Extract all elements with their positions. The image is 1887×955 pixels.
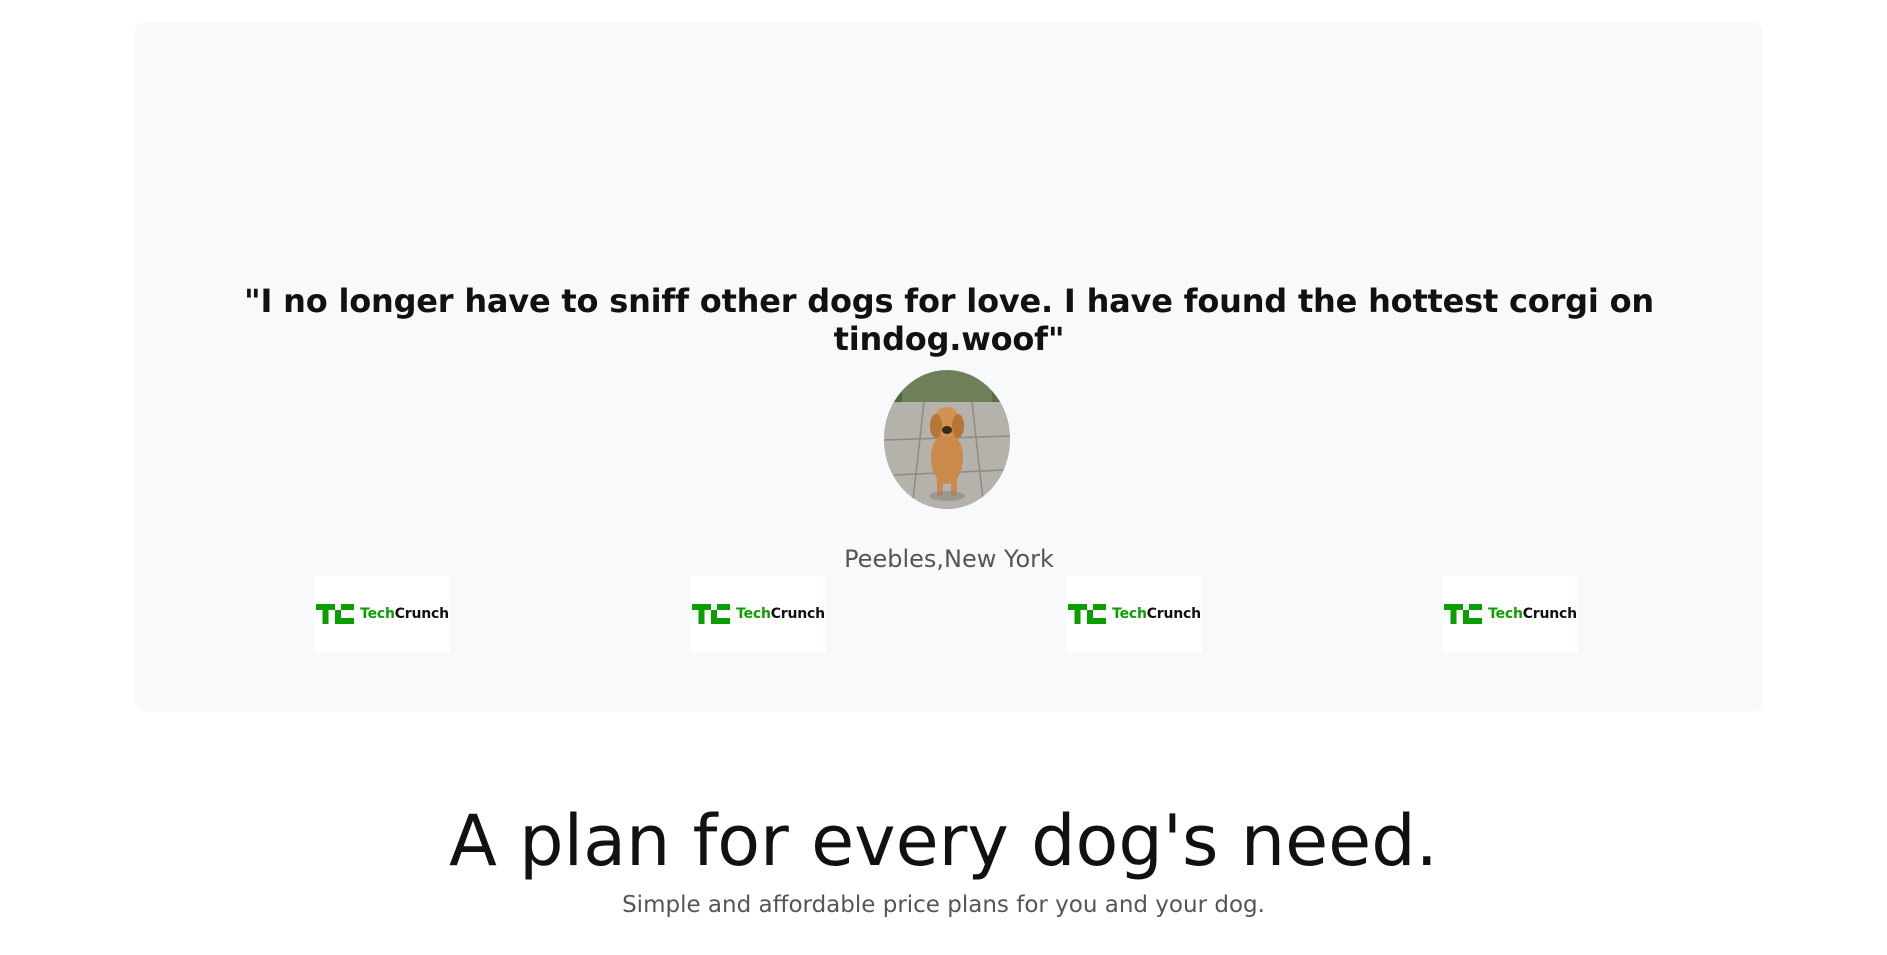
dog-photo-icon <box>884 370 1010 509</box>
press-logo-techcrunch: TechCrunch <box>691 576 826 652</box>
techcrunch-wordmark: TechCrunch <box>736 606 825 622</box>
techcrunch-wordmark: TechCrunch <box>360 606 449 622</box>
press-logo-techcrunch: TechCrunch <box>1067 576 1202 652</box>
press-logo-techcrunch: TechCrunch <box>1443 576 1578 652</box>
pricing-title: A plan for every dog's need. <box>449 800 1438 882</box>
press-logo-techcrunch: TechCrunch <box>315 576 450 652</box>
testimonial-author: Peebles,New York <box>844 545 1054 573</box>
techcrunch-logo-icon <box>1444 604 1483 624</box>
testimonial-section: "I no longer have to sniff other dogs fo… <box>135 22 1763 712</box>
techcrunch-logo-icon <box>1068 604 1107 624</box>
techcrunch-wordmark: TechCrunch <box>1488 606 1577 622</box>
pricing-subtitle: Simple and affordable price plans for yo… <box>622 892 1265 918</box>
techcrunch-logo-icon <box>692 604 731 624</box>
page: "I no longer have to sniff other dogs fo… <box>0 0 1887 955</box>
dog-avatar <box>884 370 1010 509</box>
testimonial-quote: "I no longer have to sniff other dogs fo… <box>244 282 1654 358</box>
techcrunch-logo-icon <box>316 604 355 624</box>
techcrunch-wordmark: TechCrunch <box>1112 606 1201 622</box>
